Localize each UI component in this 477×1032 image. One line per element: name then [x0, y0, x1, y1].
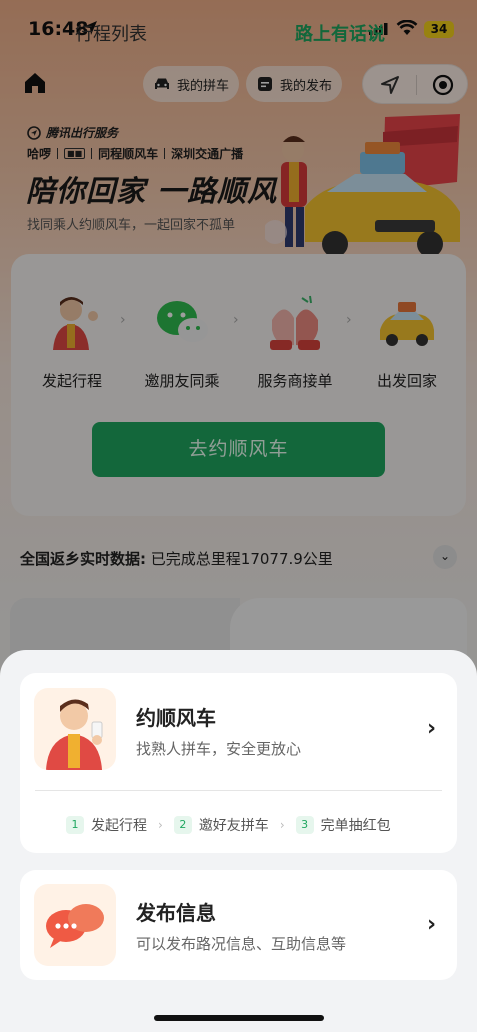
card-divider — [35, 790, 442, 791]
mini-step-label: 发起行程 — [91, 818, 147, 834]
carpool-option-title: 约顺风车 — [136, 706, 216, 730]
mini-step-label: 邀好友拼车 — [198, 818, 269, 834]
home-indicator[interactable] — [154, 1015, 324, 1021]
chevron-right-icon: › — [427, 912, 437, 937]
chat-bubbles-icon — [46, 904, 104, 948]
carpool-option-subtitle: 找熟人拼车，安全更放心 — [136, 740, 302, 758]
mini-chevron-icon: › — [158, 818, 163, 832]
step-number-badge: 2 — [173, 816, 192, 834]
step-number-badge: 1 — [66, 816, 84, 834]
person-phone-icon — [46, 699, 103, 770]
post-info-avatar — [34, 884, 116, 966]
post-info-option-title: 发布信息 — [136, 901, 216, 925]
carpool-avatar — [34, 688, 116, 770]
post-info-option-subtitle: 可以发布路况信息、互助信息等 — [136, 935, 347, 953]
step-number-badge: 3 — [295, 816, 314, 834]
chevron-right-icon: › — [427, 716, 437, 741]
mini-step-label: 完单抽红包 — [320, 818, 391, 834]
carpool-mini-steps: 1 发起行程 › 2 邀好友拼车 › 3 完单抽红包 — [66, 815, 391, 835]
mini-chevron-icon: › — [279, 818, 285, 832]
